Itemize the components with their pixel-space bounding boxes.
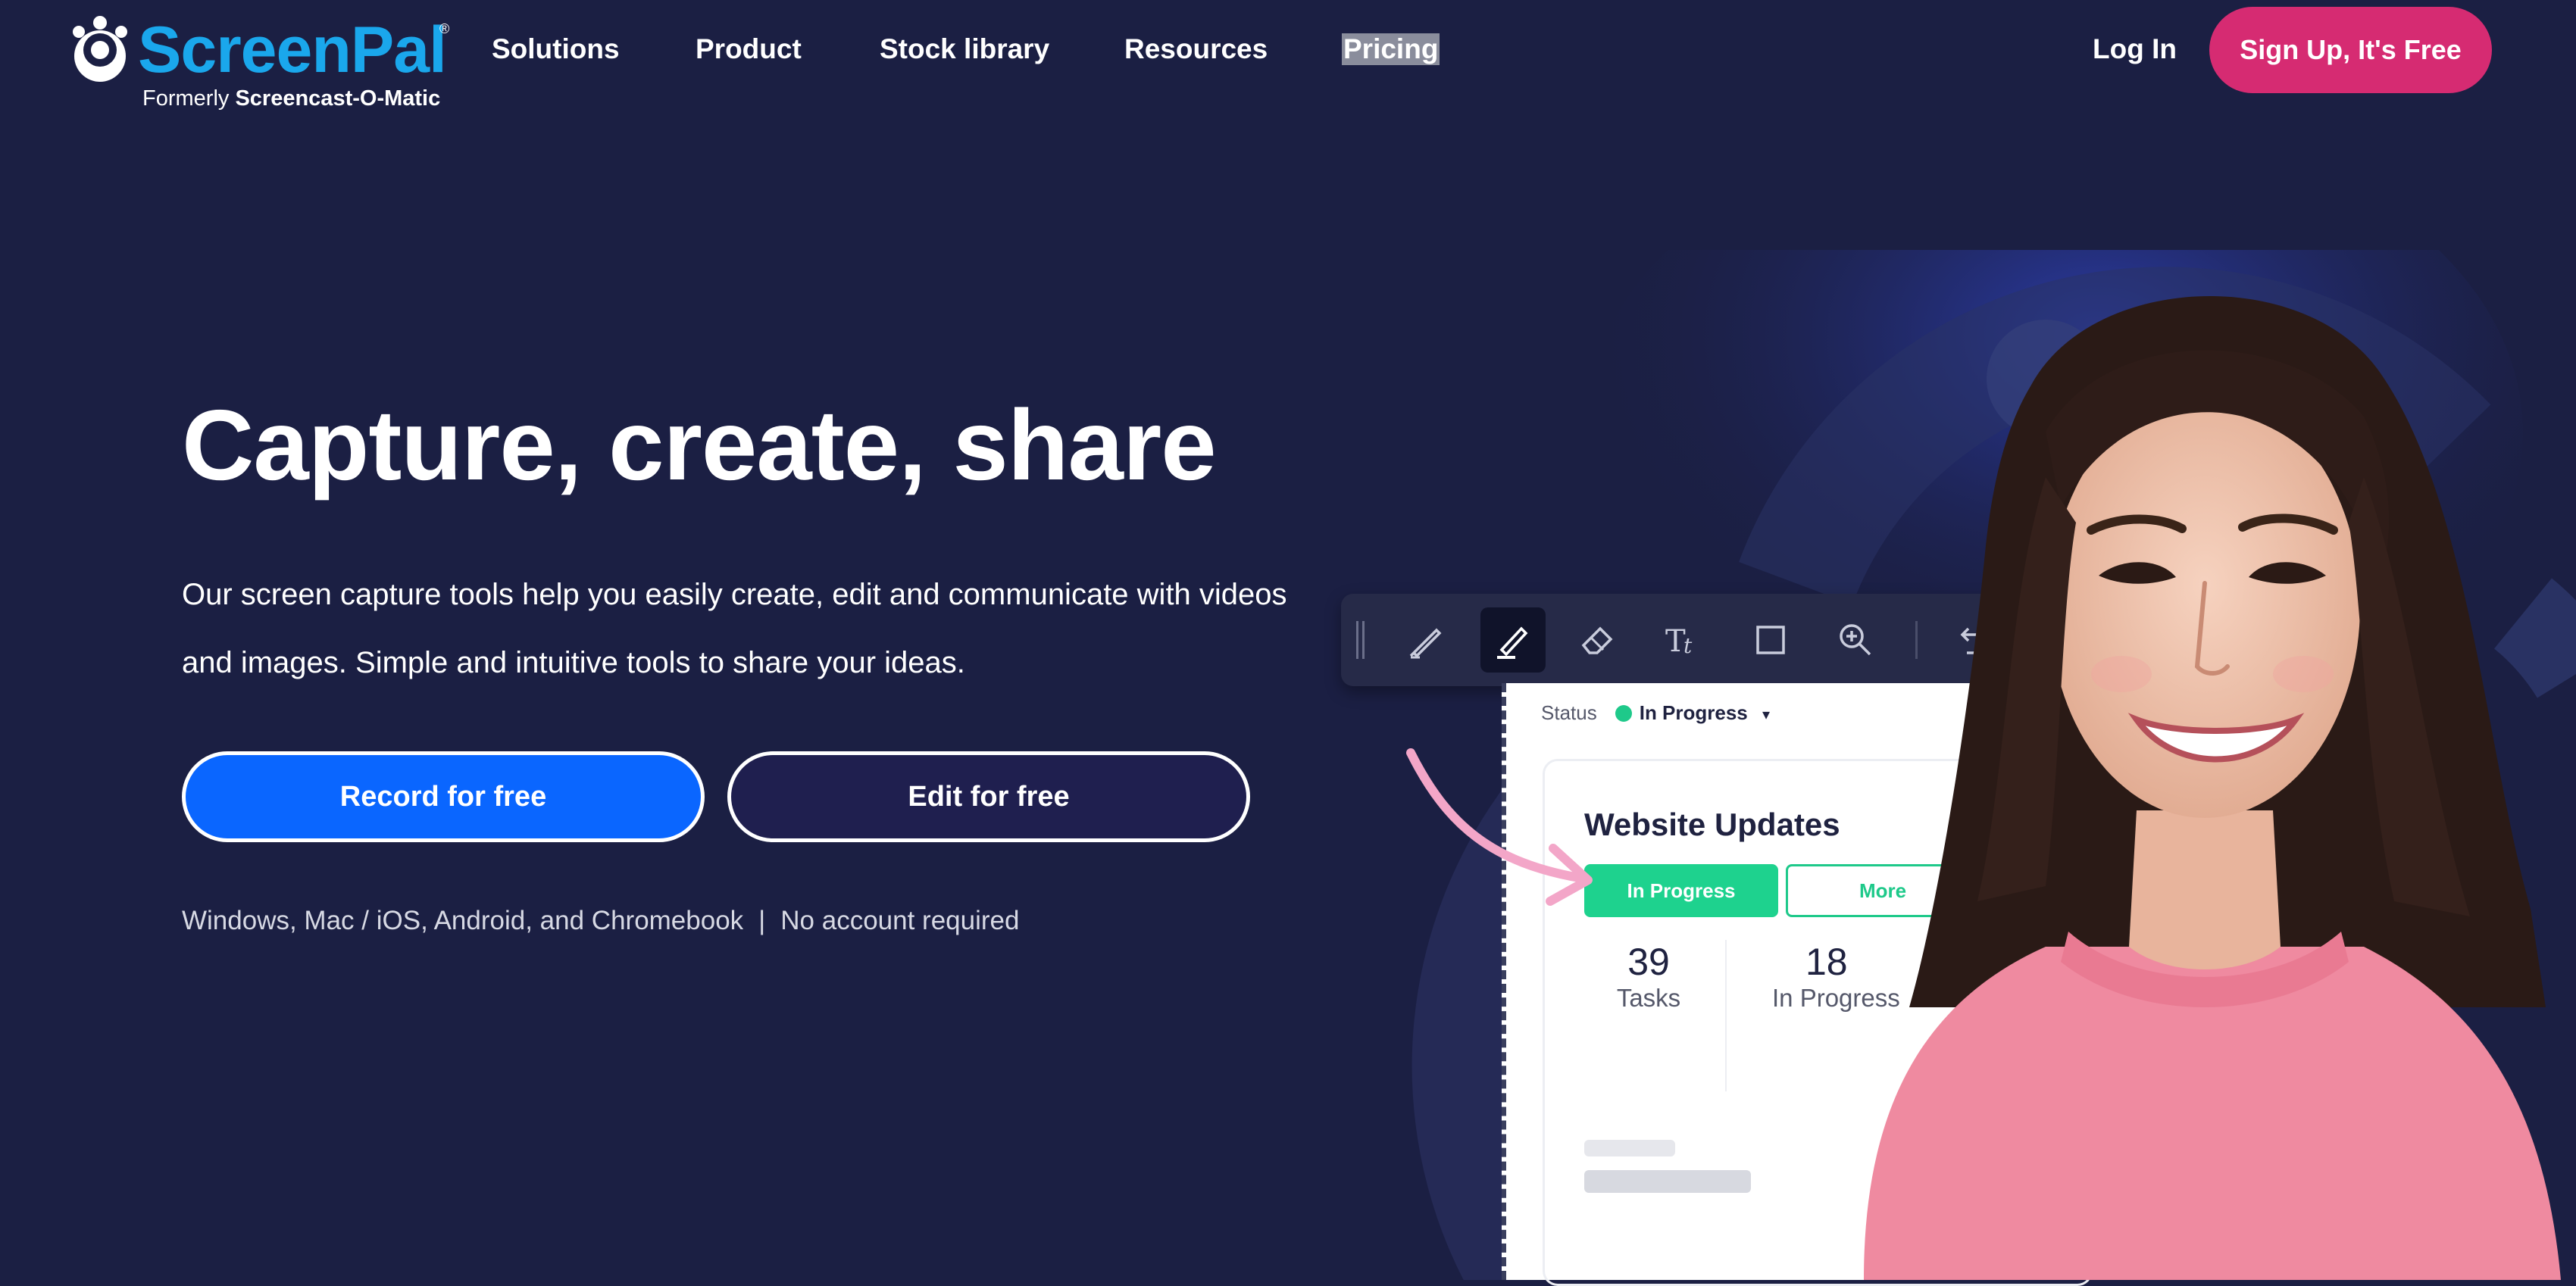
text-icon[interactable]: Tt (1652, 607, 1717, 673)
pen-icon[interactable] (1394, 607, 1459, 673)
hero-subtitle: Our screen capture tools help you easily… (182, 578, 1287, 679)
nav-stock-library[interactable]: Stock library (880, 33, 1049, 65)
stat-divider (1725, 940, 1727, 1091)
hero-title: Capture, create, share (182, 389, 1217, 501)
screenpal-logo[interactable]: ScreenPal ® Formerly Screencast-O-Matic (68, 11, 462, 111)
site-header: ScreenPal ® Formerly Screencast-O-Matic … (0, 0, 2576, 111)
stat-number: 39 (1627, 941, 1670, 983)
blurred-value (1584, 1170, 1751, 1193)
nav-pricing[interactable]: Pricing (1342, 33, 1440, 65)
eraser-icon[interactable] (1565, 607, 1630, 673)
rectangle-icon[interactable] (1738, 607, 1803, 673)
status-label: Status (1541, 701, 1597, 724)
nav-product[interactable]: Product (696, 33, 802, 65)
pink-arrow-icon (1406, 748, 1593, 906)
stat-tasks: 39 Tasks (1584, 940, 1713, 1013)
svg-text:T: T (1665, 624, 1686, 659)
logo-former-name: Screencast-O-Matic (235, 86, 441, 111)
platforms-text: Windows, Mac / iOS, Android, and Chromeb… (182, 906, 744, 935)
login-link[interactable]: Log In (2093, 33, 2177, 65)
nav-solutions[interactable]: Solutions (492, 33, 620, 65)
platform-note: Windows, Mac / iOS, Android, and Chromeb… (182, 906, 1019, 936)
logo-wordmark: ScreenPal (138, 14, 447, 86)
signup-button[interactable]: Sign Up, It's Free (2209, 7, 2492, 93)
stat-label: Tasks (1616, 984, 1681, 1012)
registered-mark: ® (439, 21, 450, 36)
logo-formerly: Formerly (142, 86, 230, 111)
platform-separator: | (758, 906, 766, 935)
status-caret-icon[interactable]: ▾ (1762, 707, 1770, 723)
nav-resources[interactable]: Resources (1124, 33, 1268, 65)
blurred-label (1584, 1140, 1675, 1156)
status-value[interactable]: In Progress (1640, 701, 1748, 724)
edit-for-free-button[interactable]: Edit for free (727, 751, 1250, 842)
logo-mark-icon (73, 16, 127, 82)
status-row: Status In Progress ▾ (1541, 701, 1770, 725)
record-for-free-button[interactable]: Record for free (182, 751, 705, 842)
logo-subtitle: Formerly Screencast-O-Matic (142, 86, 440, 111)
highlighter-icon[interactable] (1480, 607, 1546, 673)
status-dot-icon (1615, 705, 1632, 722)
no-account-text: No account required (780, 906, 1020, 935)
card-title: Website Updates (1584, 807, 1840, 842)
svg-text:t: t (1683, 633, 1693, 658)
smiling-woman-photo (1864, 295, 2561, 1280)
drag-handle-icon[interactable] (1355, 621, 1367, 659)
